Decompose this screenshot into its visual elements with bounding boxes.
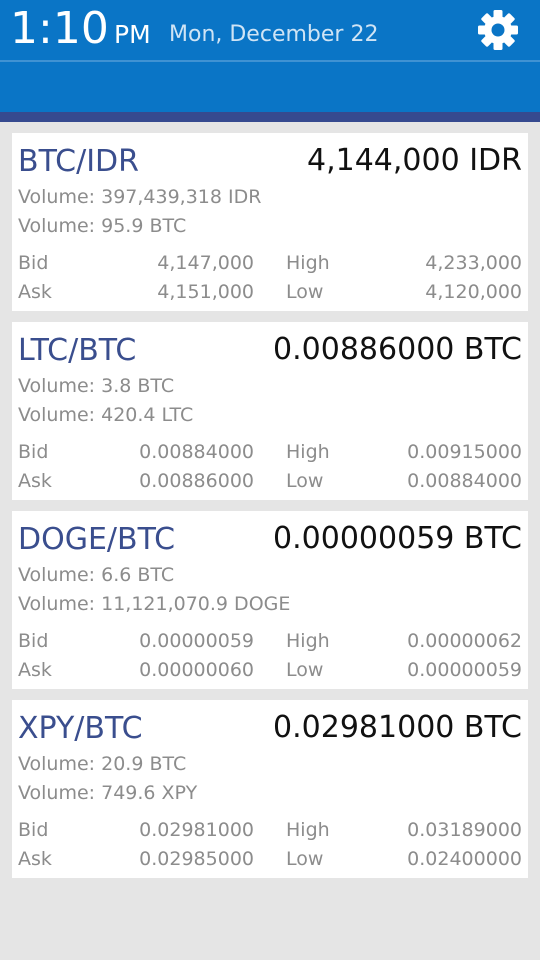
action-bar xyxy=(0,62,540,112)
low-label: Low xyxy=(286,281,324,303)
market-card[interactable]: BTC/IDR 4,144,000 IDR Volume: 397,439,31… xyxy=(12,133,528,311)
last-price: 4,144,000 IDR xyxy=(306,143,522,178)
gear-icon[interactable] xyxy=(477,9,519,51)
bid-value: 0.00884000 xyxy=(139,441,254,463)
pair-name: LTC/BTC xyxy=(18,333,137,368)
pair-name: DOGE/BTC xyxy=(18,522,176,557)
ask-label: Ask xyxy=(18,848,52,870)
high-value: 0.00915000 xyxy=(407,441,522,463)
market-card[interactable]: LTC/BTC 0.00886000 BTC Volume: 3.8 BTC V… xyxy=(12,322,528,500)
ask-label: Ask xyxy=(18,470,52,492)
volume-base: Volume: 420.4 LTC xyxy=(18,404,194,426)
clock-time: 1:10 xyxy=(10,3,109,54)
last-price: 0.00000059 BTC xyxy=(273,521,522,556)
high-label: High xyxy=(286,252,330,274)
volume-quote: Volume: 6.6 BTC xyxy=(18,564,175,586)
volume-quote: Volume: 20.9 BTC xyxy=(18,753,187,775)
low-value: 4,120,000 xyxy=(425,281,522,303)
action-bar-edge xyxy=(0,112,540,122)
bid-label: Bid xyxy=(18,252,49,274)
low-value: 0.00000059 xyxy=(407,659,522,681)
ask-value: 0.00000060 xyxy=(139,659,254,681)
pair-name: XPY/BTC xyxy=(18,711,143,746)
bid-label: Bid xyxy=(18,819,49,841)
top-bar: 1:10 PM Mon, December 22 xyxy=(0,0,540,60)
ask-label: Ask xyxy=(18,659,52,681)
high-value: 0.03189000 xyxy=(407,819,522,841)
market-card[interactable]: DOGE/BTC 0.00000059 BTC Volume: 6.6 BTC … xyxy=(12,511,528,689)
pair-name: BTC/IDR xyxy=(18,144,139,179)
high-label: High xyxy=(286,441,330,463)
bid-label: Bid xyxy=(18,630,49,652)
volume-base: Volume: 95.9 BTC xyxy=(18,215,187,237)
last-price: 0.02981000 BTC xyxy=(273,710,522,745)
market-card[interactable]: XPY/BTC 0.02981000 BTC Volume: 20.9 BTC … xyxy=(12,700,528,878)
ask-value: 4,151,000 xyxy=(157,281,254,303)
ask-label: Ask xyxy=(18,281,52,303)
bid-label: Bid xyxy=(18,441,49,463)
low-label: Low xyxy=(286,470,324,492)
low-value: 0.02400000 xyxy=(407,848,522,870)
volume-base: Volume: 11,121,070.9 DOGE xyxy=(18,593,291,615)
bid-value: 4,147,000 xyxy=(157,252,254,274)
clock-ampm: PM xyxy=(114,20,151,49)
ask-value: 0.02985000 xyxy=(139,848,254,870)
high-value: 4,233,000 xyxy=(425,252,522,274)
volume-quote: Volume: 3.8 BTC xyxy=(18,375,175,397)
low-label: Low xyxy=(286,848,324,870)
low-value: 0.00884000 xyxy=(407,470,522,492)
volume-quote: Volume: 397,439,318 IDR xyxy=(18,186,262,208)
volume-base: Volume: 749.6 XPY xyxy=(18,782,198,804)
bid-value: 0.02981000 xyxy=(139,819,254,841)
last-price: 0.00886000 BTC xyxy=(273,332,522,367)
high-label: High xyxy=(286,819,330,841)
low-label: Low xyxy=(286,659,324,681)
ask-value: 0.00886000 xyxy=(139,470,254,492)
clock-date: Mon, December 22 xyxy=(169,22,379,47)
high-label: High xyxy=(286,630,330,652)
high-value: 0.00000062 xyxy=(407,630,522,652)
bid-value: 0.00000059 xyxy=(139,630,254,652)
